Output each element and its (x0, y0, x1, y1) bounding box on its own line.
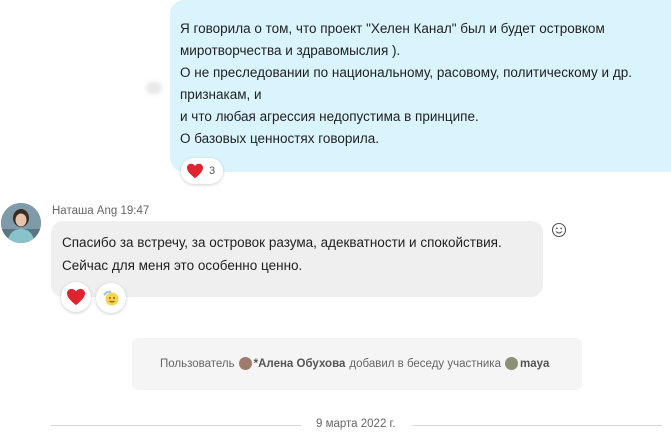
user-avatar-mini (238, 357, 252, 370)
user-avatar-mini (504, 357, 518, 370)
system-message: Пользователь *Алена Обухова добавил в бе… (160, 357, 549, 370)
incoming-line: Спасибо за встречу, за островок разума, … (62, 235, 502, 250)
hover-indicator (146, 82, 162, 94)
outgoing-reaction-pill[interactable]: 3 (181, 158, 223, 184)
date-divider-left (51, 425, 301, 426)
incoming-line: Сейчас для меня это особенно ценно. (62, 258, 303, 273)
outgoing-line: признакам, и (180, 87, 262, 102)
heart-icon (67, 288, 85, 306)
heart-reaction[interactable] (61, 282, 91, 312)
avatar[interactable] (1, 203, 41, 243)
sun-reaction[interactable] (96, 283, 126, 313)
sender-line: Наташа Ang 19:47 (52, 205, 149, 217)
outgoing-line: Я говорила о том, что проект "Хелен Кана… (180, 21, 605, 36)
added-user[interactable]: maya (520, 358, 549, 370)
add-reaction-button[interactable] (551, 222, 567, 238)
outgoing-message-text: Я говорила о том, что проект "Хелен Кана… (180, 18, 660, 150)
outgoing-line: О не преследовании по национальному, рас… (180, 65, 632, 80)
added-by-user[interactable]: *Алена Обухова (254, 358, 346, 370)
system-middle: добавил в беседу участника (349, 357, 501, 370)
sun-smile-icon (103, 290, 119, 306)
date-divider-right (412, 425, 662, 426)
outgoing-line: О базовых ценностях говорила. (180, 131, 380, 146)
heart-icon (187, 163, 203, 179)
system-prefix: Пользователь (160, 357, 235, 370)
smiley-icon (551, 222, 567, 238)
avatar-photo (1, 203, 41, 243)
sender-name[interactable]: Наташа Ang (52, 205, 117, 217)
outgoing-line: миротворчества и здравомыслия ). (180, 43, 401, 58)
message-time: 19:47 (120, 205, 150, 217)
outgoing-line: и что любая агрессия недопустима в принц… (180, 109, 479, 124)
incoming-message-text: Спасибо за встречу, за островок разума, … (62, 231, 532, 277)
reaction-count: 3 (209, 165, 216, 177)
date-separator: 9 марта 2022 г. (316, 418, 396, 430)
